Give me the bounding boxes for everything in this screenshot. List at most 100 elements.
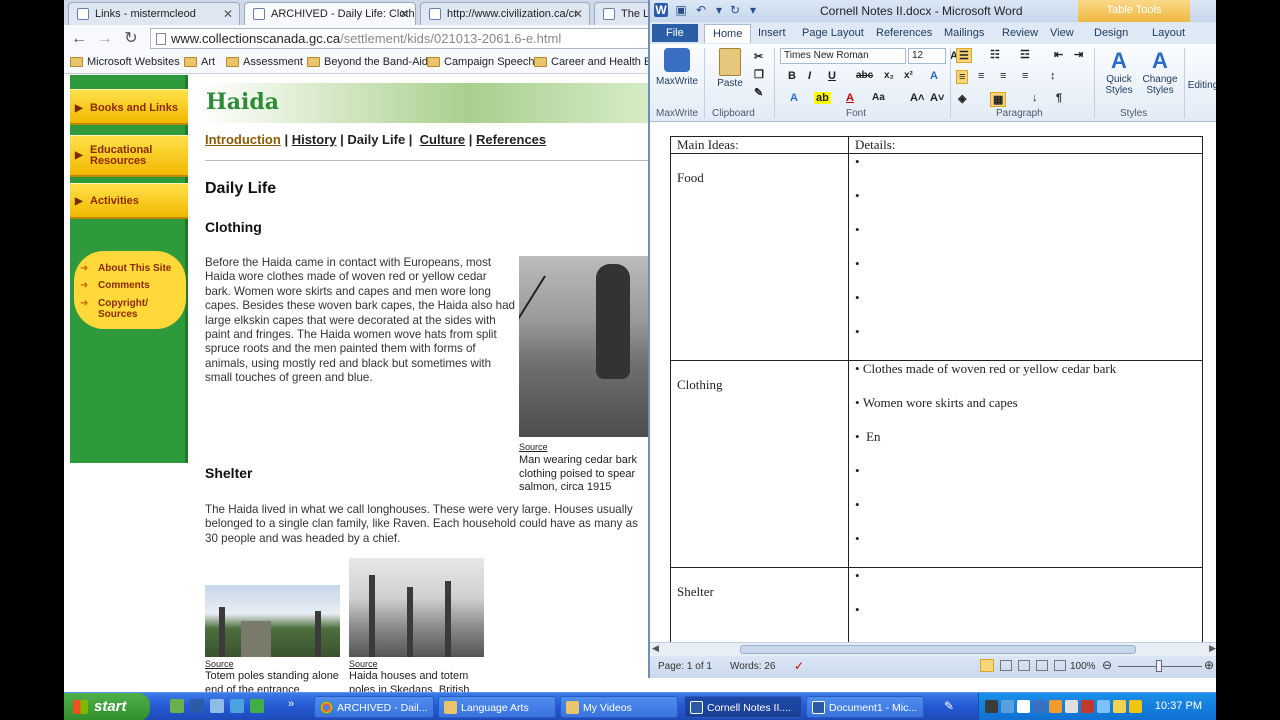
line-spacing-icon[interactable]: ↕ [1050, 70, 1056, 82]
expand-chevron-icon[interactable]: » [288, 698, 294, 710]
desktop-quick-launch-icon[interactable] [210, 699, 224, 713]
link-culture[interactable]: Culture [420, 132, 466, 147]
scroll-thumb[interactable] [740, 645, 1136, 654]
sort-icon[interactable]: ↓ [1032, 92, 1038, 104]
close-icon[interactable]: ✕ [399, 7, 409, 21]
quick-styles-button[interactable]: A Quick Styles [1100, 48, 1138, 96]
main-ideas-header[interactable]: Main Ideas: [670, 136, 849, 154]
pen-icon[interactable]: ✎ [944, 699, 954, 713]
main-idea-cell[interactable]: Food [670, 153, 849, 361]
bookmark-beyond-the-band-aid[interactable]: Beyond the Band-Aid [307, 56, 428, 68]
tab-file[interactable]: File [652, 24, 698, 42]
clear-formatting-icon[interactable]: A [930, 70, 938, 82]
zoom-out-icon[interactable]: ⊖ [1102, 658, 1112, 672]
tab-the-lea[interactable]: The Lea [594, 2, 654, 25]
font-name-box[interactable]: Times New Roman [780, 48, 906, 64]
address-bar[interactable]: www.collectionscanada.gc.ca/settlement/k… [150, 28, 650, 49]
tab-home[interactable]: Home [704, 24, 752, 43]
font-color-icon[interactable]: A [846, 92, 854, 104]
cut-icon[interactable]: ✂ [754, 50, 763, 63]
dropdown-arrow-icon[interactable]: ▾ [712, 3, 726, 17]
save-icon[interactable]: ▣ [674, 3, 688, 17]
numbering-icon[interactable]: ☷ [990, 48, 1000, 61]
word-app-icon[interactable]: W [654, 3, 668, 17]
editing-button[interactable]: Editing [1186, 80, 1216, 91]
horizontal-scrollbar[interactable]: ◀ ▶ [650, 642, 1216, 656]
maxwrite-button[interactable]: MaxWrite [656, 48, 698, 87]
link-copyright-sources[interactable]: Copyright/ Sources [98, 298, 168, 320]
word-quick-launch-icon[interactable] [190, 699, 204, 713]
bold-icon[interactable]: B [788, 70, 796, 82]
outline-icon[interactable] [1036, 660, 1048, 671]
clock[interactable]: 10:37 PM [1155, 700, 1202, 712]
show-formatting-icon[interactable]: ¶ [1056, 92, 1062, 104]
paste-button[interactable]: Paste [710, 48, 750, 89]
page-count[interactable]: Page: 1 of 1 [658, 661, 712, 672]
tab-design[interactable]: Design [1090, 25, 1132, 41]
taskbar-button-cornell-notes[interactable]: Cornell Notes II.... [684, 696, 802, 718]
scroll-left-icon[interactable]: ◀ [652, 643, 659, 654]
bullets-icon[interactable]: ☰ [956, 48, 972, 63]
tray-icon[interactable] [1129, 700, 1142, 713]
start-button[interactable]: start [64, 693, 150, 720]
borders-icon[interactable]: ▦ [990, 92, 1007, 107]
align-center-icon[interactable]: ≡ [978, 70, 984, 82]
draft-icon[interactable] [1054, 660, 1066, 671]
tray-icon[interactable] [1001, 700, 1014, 713]
multilevel-list-icon[interactable]: ☲ [1020, 48, 1030, 61]
shading-icon[interactable]: ◈ [958, 92, 966, 105]
bookmark-career-and-health-ed[interactable]: Career and Health Ed [534, 56, 654, 68]
taskbar-button-chrome[interactable]: ARCHIVED - Dail... [314, 696, 434, 718]
nav-books-and-links[interactable]: ▶ Books and Links [70, 89, 188, 125]
increase-indent-icon[interactable]: ⇥ [1074, 48, 1083, 61]
strikethrough-icon[interactable]: abc [856, 70, 873, 81]
decrease-indent-icon[interactable]: ⇤ [1054, 48, 1063, 61]
tray-icon[interactable] [1017, 700, 1030, 713]
subscript-icon[interactable]: x₂ [884, 70, 894, 81]
volume-icon[interactable] [1113, 700, 1126, 713]
reload-icon[interactable]: ↻ [120, 29, 142, 49]
link-about-this-site[interactable]: About This Site [98, 263, 171, 274]
tab-archived[interactable]: ARCHIVED - Daily Life: Clothi ✕ [244, 2, 416, 25]
underline-icon[interactable]: U [828, 70, 836, 82]
justify-icon[interactable]: ≡ [1022, 70, 1028, 82]
zoom-level[interactable]: 100% [1070, 661, 1096, 672]
tray-icon[interactable] [1081, 700, 1094, 713]
bookmark-microsoft-websites[interactable]: Microsoft Websites [70, 56, 180, 68]
taskbar-button-language-arts[interactable]: Language Arts [438, 696, 556, 718]
tab-review[interactable]: Review [998, 25, 1042, 41]
change-styles-button[interactable]: A Change Styles [1140, 48, 1180, 96]
text-effects-icon[interactable]: A [790, 92, 798, 104]
tab-layout[interactable]: Layout [1148, 25, 1189, 41]
tab-civilization[interactable]: http://www.civilization.ca/cr ✕ [420, 2, 590, 25]
tab-references[interactable]: References [872, 25, 936, 41]
bookmark-campaign-speech[interactable]: Campaign Speech [427, 56, 535, 68]
shrink-font-icon[interactable]: A˅ [930, 92, 944, 104]
details-cell[interactable]: • Clothes made of woven red or yellow ce… [848, 360, 1203, 568]
details-cell[interactable]: • • [848, 567, 1203, 642]
format-painter-icon[interactable]: ✎ [754, 86, 763, 99]
undo-icon[interactable]: ↶ [694, 3, 708, 17]
quick-launch-icon[interactable] [170, 699, 184, 713]
source-link[interactable]: Source [519, 442, 548, 452]
tab-view[interactable]: View [1046, 25, 1078, 41]
link-comments[interactable]: Comments [98, 280, 150, 291]
tray-icon[interactable] [985, 700, 998, 713]
word-count[interactable]: Words: 26 [730, 661, 775, 672]
main-idea-cell[interactable]: Clothing [670, 360, 849, 568]
nav-educational-resources[interactable]: ▶ Educational Resources [70, 135, 188, 177]
align-left-icon[interactable]: ≡ [956, 70, 969, 84]
redo-icon[interactable]: ↻ [728, 3, 742, 17]
superscript-icon[interactable]: x² [904, 70, 913, 81]
tab-insert[interactable]: Insert [754, 25, 790, 41]
italic-icon[interactable]: I [808, 70, 811, 82]
link-history[interactable]: History [292, 132, 337, 147]
highlight-icon[interactable]: ab [814, 92, 831, 104]
tray-icon[interactable] [1049, 700, 1062, 713]
explorer-quick-launch-icon[interactable] [230, 699, 244, 713]
forward-icon[interactable]: → [94, 29, 116, 49]
full-screen-reading-icon[interactable] [1000, 660, 1012, 671]
nav-activities[interactable]: ▶ Activities [70, 183, 188, 219]
grow-font-icon[interactable]: A˄ [910, 92, 924, 104]
source-link[interactable]: Source [349, 659, 378, 669]
